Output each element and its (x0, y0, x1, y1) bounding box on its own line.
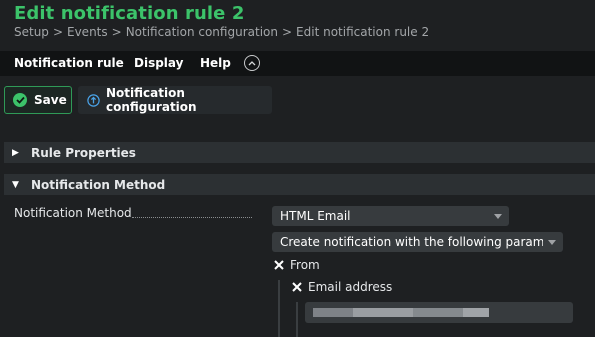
dropdown-arrow-icon (494, 214, 502, 219)
menu-bar: Notification rule Display Help (0, 51, 595, 76)
section-notification-method-label: Notification Method (31, 177, 166, 192)
breadcrumb-notification-configuration[interactable]: Notification configuration (126, 25, 278, 39)
close-x-icon[interactable] (291, 281, 303, 293)
menu-help[interactable]: Help (200, 56, 231, 70)
breadcrumb: Setup > Events > Notification configurat… (14, 25, 429, 39)
breadcrumb-separator: > (281, 25, 293, 39)
save-button[interactable]: Save (4, 86, 72, 114)
breadcrumb-current: Edit notification rule 2 (296, 25, 430, 39)
section-notification-method[interactable]: ▼ Notification Method (4, 174, 595, 195)
notification-method-select[interactable]: HTML Email (272, 206, 509, 226)
tree-connector-line (278, 280, 280, 337)
chevron-up-circle-icon[interactable] (244, 55, 260, 71)
checkmark-icon (13, 93, 27, 107)
from-row: From (273, 258, 320, 272)
breadcrumb-setup[interactable]: Setup (14, 25, 49, 39)
parameter-mode-select[interactable]: Create notification with the following p… (272, 232, 563, 252)
save-button-label: Save (34, 93, 67, 107)
close-x-icon[interactable] (273, 259, 285, 271)
section-rule-properties[interactable]: ▶ Rule Properties (4, 142, 595, 163)
tree-connector-line (296, 302, 298, 337)
arrow-up-circle-icon (87, 93, 100, 107)
notification-configuration-button[interactable]: Notification configuration (78, 86, 272, 114)
parameter-mode-value: Create notification with the following p… (280, 235, 543, 249)
breadcrumb-separator: > (111, 25, 122, 39)
label-leader-dots (132, 216, 252, 218)
email-address-input[interactable] (305, 302, 573, 323)
obscured-text (353, 308, 413, 317)
obscured-text (463, 308, 489, 317)
email-address-label: Email address (308, 280, 393, 294)
dropdown-arrow-icon (548, 240, 556, 245)
menu-notification-rule[interactable]: Notification rule (14, 56, 124, 70)
triangle-down-icon: ▼ (12, 179, 19, 190)
notification-method-value: HTML Email (280, 209, 351, 223)
notification-method-label: Notification Method (14, 206, 132, 220)
obscured-text (313, 308, 353, 317)
notification-configuration-label: Notification configuration (106, 86, 197, 114)
triangle-right-icon: ▶ (12, 147, 19, 158)
page-title: Edit notification rule 2 (14, 3, 245, 24)
breadcrumb-events[interactable]: Events (67, 25, 108, 39)
obscured-text (413, 308, 463, 317)
from-label: From (290, 258, 320, 272)
menu-display[interactable]: Display (134, 56, 183, 70)
email-address-row: Email address (291, 280, 392, 294)
section-rule-properties-label: Rule Properties (31, 145, 136, 160)
breadcrumb-separator: > (52, 25, 63, 39)
